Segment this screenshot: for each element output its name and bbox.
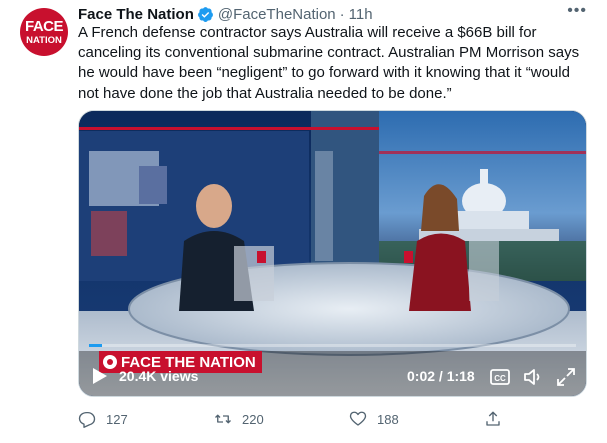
avatar-text-nation: NATION — [26, 34, 62, 46]
video-controls: 20.4K views 0:02 / 1:18 CC — [79, 358, 586, 396]
tweet: FACE NATION Face The Nation @FaceTheNati… — [0, 0, 607, 443]
like-button[interactable]: 188 — [349, 410, 399, 428]
retweet-button[interactable]: 220 — [214, 410, 264, 428]
share-icon — [486, 411, 500, 426]
account-handle[interactable]: @FaceTheNation — [218, 6, 336, 23]
more-options-icon[interactable]: ••• — [567, 2, 587, 20]
header-separator: · — [339, 5, 345, 23]
retweet-count: 220 — [242, 411, 264, 427]
account-name[interactable]: Face The Nation — [78, 6, 194, 23]
video-player[interactable]: FACE THE NATION 20.4K views 0:02 / 1:18 … — [78, 110, 587, 397]
like-count: 188 — [377, 411, 399, 427]
svg-text:CC: CC — [494, 374, 506, 383]
video-progress-fill — [89, 344, 102, 347]
retweet-icon — [215, 414, 231, 424]
share-button[interactable] — [484, 410, 502, 428]
avatar[interactable]: FACE NATION — [20, 8, 68, 56]
view-count: 20.4K views — [119, 368, 199, 384]
fullscreen-icon[interactable] — [555, 366, 577, 388]
heart-icon — [349, 411, 367, 426]
reply-count: 127 — [106, 411, 128, 427]
volume-muted-icon[interactable] — [522, 366, 544, 388]
avatar-text-face: FACE — [24, 17, 64, 35]
verified-badge-icon — [197, 6, 214, 23]
tweet-text: A French defense contractor says Austral… — [78, 24, 580, 102]
reply-icon — [78, 411, 96, 428]
tweet-actions: 127 220 188 — [78, 410, 508, 430]
closed-captions-icon[interactable]: CC — [489, 366, 511, 388]
video-progress-bar[interactable] — [89, 344, 576, 347]
tweet-header: Face The Nation @FaceTheNation · 11h — [78, 5, 373, 23]
tweet-time[interactable]: 11h — [349, 6, 373, 23]
video-time: 0:02 / 1:18 — [407, 368, 475, 384]
play-icon[interactable] — [93, 368, 107, 384]
reply-button[interactable]: 127 — [78, 410, 128, 428]
